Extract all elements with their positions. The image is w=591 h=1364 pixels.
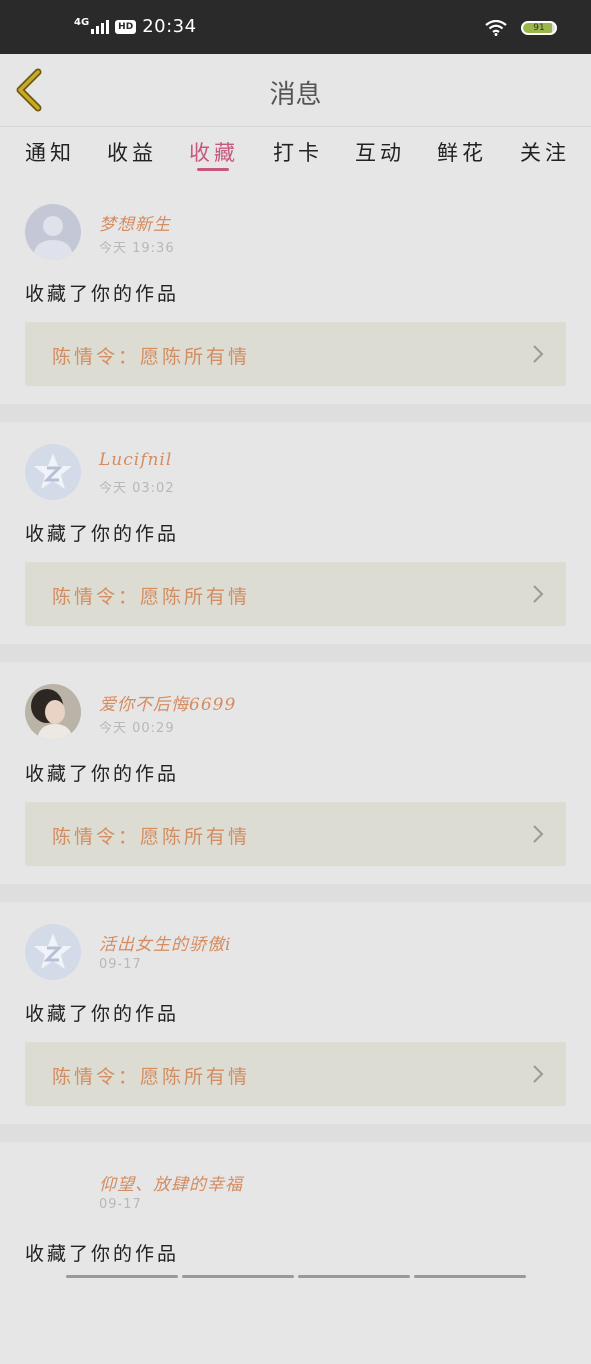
timestamp: 09-17: [99, 1197, 142, 1212]
status-bar: 4G HD 20:34 91: [0, 0, 591, 54]
wifi-icon: [485, 20, 507, 36]
tab-bar: 通知 收益 收藏 打卡 互动 鲜花 关注: [0, 126, 591, 181]
battery-icon: 91: [521, 21, 557, 35]
action-text: 收藏了你的作品: [25, 759, 179, 786]
user-photo: [25, 684, 81, 740]
action-text: 收藏了你的作品: [25, 519, 179, 546]
tab-flowers[interactable]: 鲜花: [437, 137, 487, 167]
work-title: 陈情令：愿陈所有情: [52, 822, 250, 849]
avatar[interactable]: [25, 684, 81, 740]
tab-checkin[interactable]: 打卡: [273, 137, 323, 167]
avatar[interactable]: [25, 204, 81, 260]
app-bar: 消息: [0, 54, 591, 126]
chevron-right-icon: [532, 1064, 544, 1084]
scroll-indicator: [66, 1275, 526, 1278]
work-title: 陈情令：愿陈所有情: [52, 342, 250, 369]
work-link[interactable]: 陈情令：愿陈所有情: [25, 562, 566, 626]
chevron-right-icon: [532, 344, 544, 364]
work-title: 陈情令：愿陈所有情: [52, 1062, 250, 1089]
status-time: 20:34: [142, 16, 196, 37]
qq-logo-icon: [25, 924, 81, 980]
message-item: Lucifnil 今天 03:02 收藏了你的作品 陈情令：愿陈所有情: [0, 422, 591, 662]
timestamp: 09-17: [99, 957, 142, 972]
chevron-right-icon: [532, 584, 544, 604]
page-title: 消息: [0, 74, 591, 111]
tab-notifications[interactable]: 通知: [25, 137, 75, 167]
tab-following[interactable]: 关注: [520, 137, 570, 167]
default-person-icon: [25, 204, 81, 260]
qq-logo-icon: [25, 444, 81, 500]
timestamp: 今天 03:02: [99, 477, 175, 496]
hd-badge: HD: [115, 20, 136, 34]
chevron-right-icon: [532, 824, 544, 844]
username[interactable]: 活出女生的骄傲i: [99, 930, 231, 955]
work-link[interactable]: 陈情令：愿陈所有情: [25, 1042, 566, 1106]
signal-icon: [91, 20, 109, 34]
action-text: 收藏了你的作品: [25, 279, 179, 306]
message-item: 活出女生的骄傲i 09-17 收藏了你的作品 陈情令：愿陈所有情: [0, 902, 591, 1142]
message-item: 梦想新生 今天 19:36 收藏了你的作品 陈情令：愿陈所有情: [0, 182, 591, 422]
network-type: 4G: [74, 18, 89, 28]
tab-favorites[interactable]: 收藏: [189, 137, 239, 167]
action-text: 收藏了你的作品: [25, 1239, 179, 1266]
work-title: 陈情令：愿陈所有情: [52, 582, 250, 609]
message-item: 爱你不后悔6699 今天 00:29 收藏了你的作品 陈情令：愿陈所有情: [0, 662, 591, 902]
battery-level: 91: [533, 23, 544, 33]
tab-earnings[interactable]: 收益: [107, 137, 157, 167]
action-text: 收藏了你的作品: [25, 999, 179, 1026]
timestamp: 今天 00:29: [99, 717, 175, 736]
avatar[interactable]: [25, 924, 81, 980]
tab-interactions[interactable]: 互动: [355, 137, 405, 167]
work-link[interactable]: 陈情令：愿陈所有情: [25, 322, 566, 386]
timestamp: 今天 19:36: [99, 237, 175, 256]
username[interactable]: 仰望、放肆的幸福: [99, 1170, 243, 1195]
message-item: 仰望、放肆的幸福 09-17 收藏了你的作品: [0, 1142, 591, 1364]
username[interactable]: 爱你不后悔6699: [99, 690, 236, 715]
username[interactable]: 梦想新生: [99, 210, 171, 235]
work-link[interactable]: 陈情令：愿陈所有情: [25, 802, 566, 866]
username[interactable]: Lucifnil: [99, 450, 172, 470]
avatar[interactable]: [25, 444, 81, 500]
active-tab-indicator: [197, 168, 229, 171]
